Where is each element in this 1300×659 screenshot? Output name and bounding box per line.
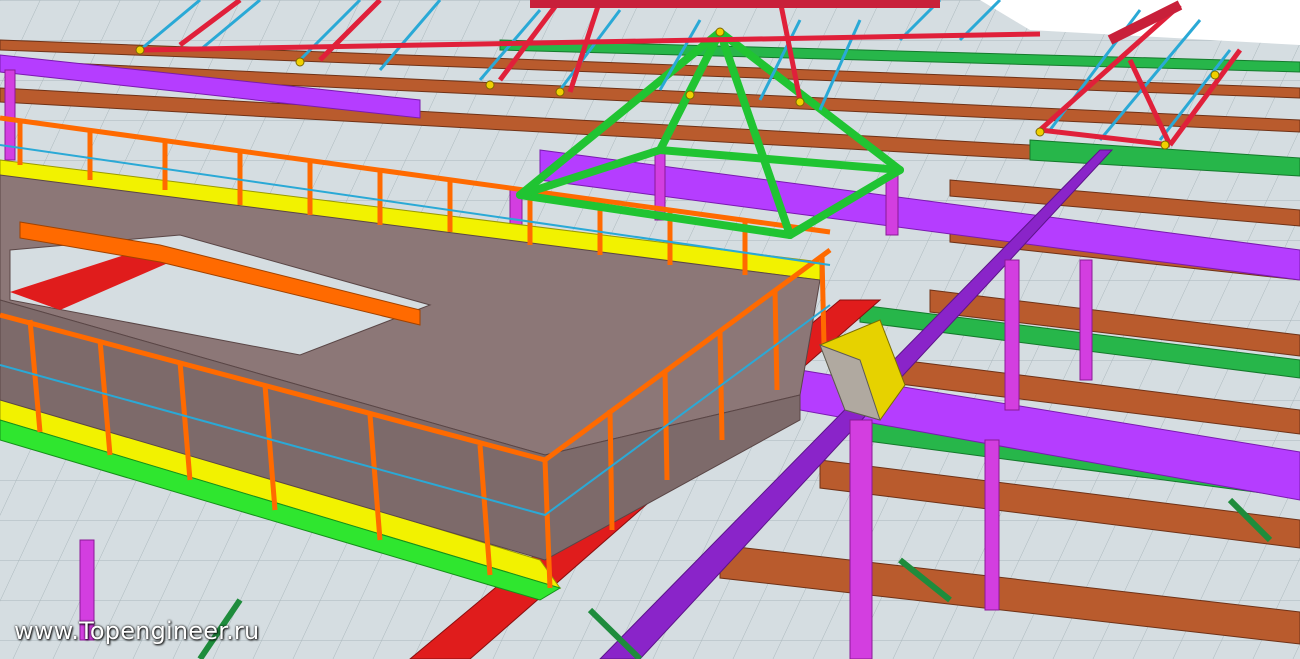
watermark-text: www.Topengineer.ru [14, 617, 260, 645]
structure-render: www.Topengineer.ru [0, 0, 1300, 659]
steel-structure-render-icon [0, 0, 1300, 659]
